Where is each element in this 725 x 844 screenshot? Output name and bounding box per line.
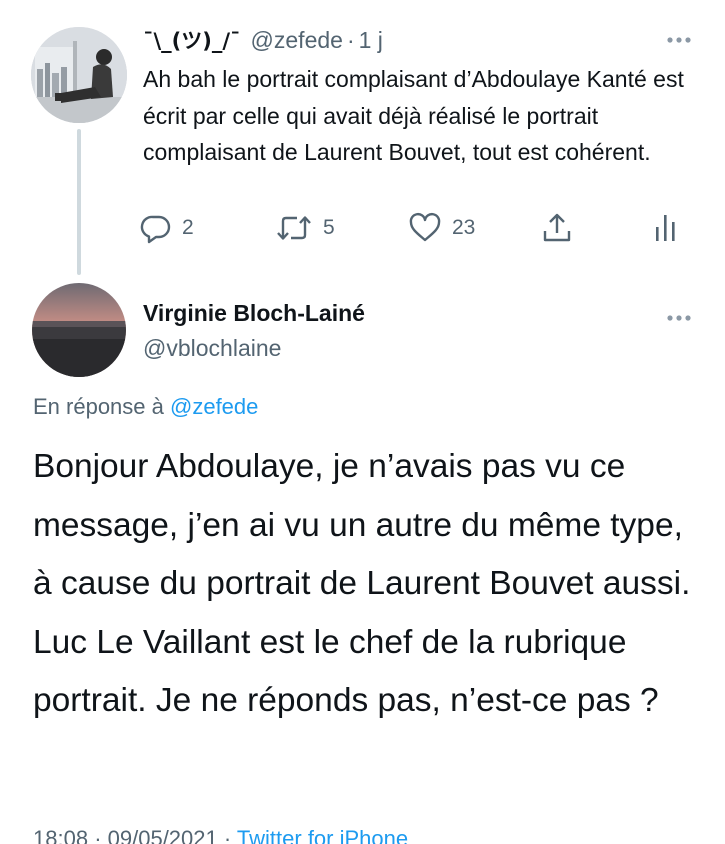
like-count: 23 <box>452 216 476 239</box>
reply-action[interactable]: 2 <box>140 206 194 250</box>
like-icon[interactable] <box>408 212 442 244</box>
analytics-icon[interactable] <box>653 211 679 245</box>
tweet-time[interactable]: 18:08 <box>33 826 88 844</box>
tweet-thread-page: ¯\_(ツ)_/¯ @zefede · 1 j Ah bah le portra… <box>0 0 725 844</box>
reply-icon[interactable] <box>140 212 172 244</box>
author-display-name[interactable]: Virginie Bloch-Lainé <box>143 300 365 327</box>
parent-tweet-header: ¯\_(ツ)_/¯ @zefede · 1 j <box>143 24 383 56</box>
retweet-icon[interactable] <box>275 212 313 244</box>
reply-to-handle[interactable]: @zefede <box>170 394 258 419</box>
share-icon[interactable] <box>540 211 574 245</box>
analytics-action[interactable] <box>653 206 679 250</box>
reply-context: En réponse à @zefede <box>33 394 258 420</box>
avatar-photo-icon <box>32 283 126 377</box>
separator-dot: · <box>346 26 355 53</box>
parent-timestamp[interactable]: 1 j <box>359 27 383 54</box>
avatar-photo-icon <box>31 27 127 123</box>
parent-display-name[interactable]: ¯\_(ツ)_/¯ <box>143 25 241 55</box>
avatar[interactable] <box>32 283 126 377</box>
parent-tweet-actions: 2 5 23 <box>140 206 685 250</box>
like-action[interactable]: 23 <box>408 206 475 250</box>
parent-tweet-text: Ah bah le portrait complaisant d’Abdoula… <box>143 66 684 165</box>
thread-line <box>77 129 81 275</box>
separator-dot: · <box>94 826 102 844</box>
tweet-source[interactable]: Twitter for iPhone <box>237 826 408 844</box>
more-icon[interactable] <box>665 304 693 332</box>
share-action[interactable] <box>540 206 574 250</box>
retweet-count: 5 <box>323 216 335 239</box>
retweet-action[interactable]: 5 <box>275 206 335 250</box>
reply-prefix: En réponse à <box>33 394 164 419</box>
separator-dot: · <box>223 826 232 844</box>
more-icon[interactable] <box>665 26 693 54</box>
parent-handle[interactable]: @zefede <box>251 27 343 54</box>
tweet-footer: 18:08 · 09/05/2021 · Twitter for iPhone <box>33 826 408 844</box>
reply-count: 2 <box>182 216 194 239</box>
tweet-text: Bonjour Abdoulaye, je n’avais pas vu ce … <box>33 448 691 719</box>
tweet-date[interactable]: 09/05/2021 <box>108 826 218 844</box>
author-handle[interactable]: @vblochlaine <box>143 335 281 362</box>
avatar[interactable] <box>31 27 127 123</box>
parent-tweet[interactable]: ¯\_(ツ)_/¯ @zefede · 1 j Ah bah le portra… <box>0 0 725 285</box>
